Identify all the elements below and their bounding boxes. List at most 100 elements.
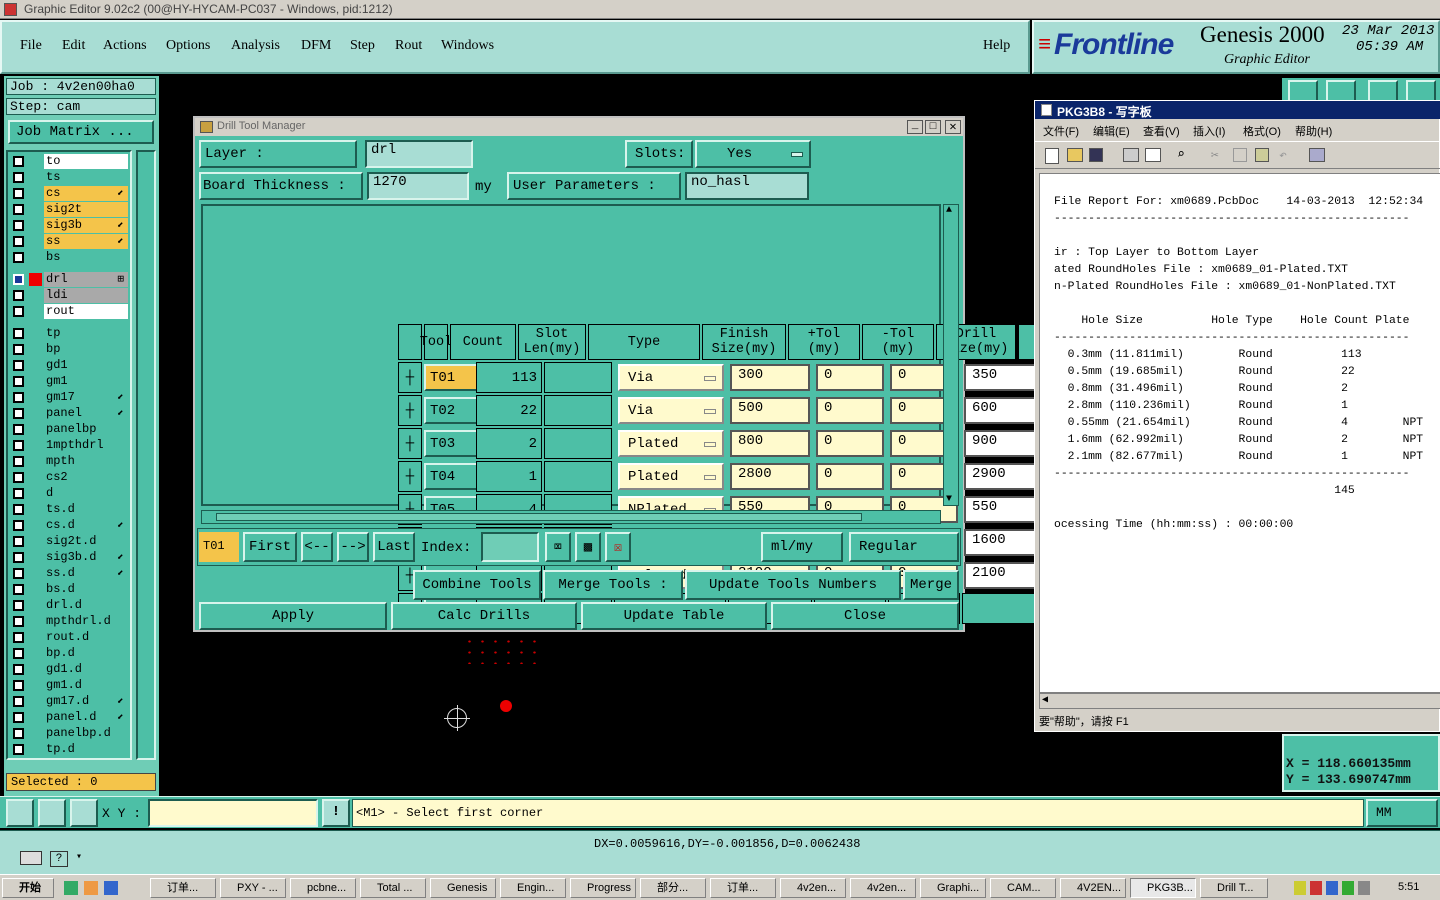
menu-dfm[interactable]: DFM [301,38,331,54]
measure-icon[interactable] [38,799,66,827]
wordpad-menu-item[interactable]: 插入(I) [1193,123,1225,139]
first-button[interactable]: First [243,532,297,562]
delete-icon[interactable]: ☒ [605,532,631,562]
apply-button[interactable]: Apply [199,602,387,630]
next-button[interactable]: --> [337,532,369,562]
layer-row-gm1-d[interactable]: gm1.d [10,678,128,693]
layer-row-gm1[interactable]: gm1 [10,374,128,389]
layer-row-ts[interactable]: ts [10,170,128,185]
scroll-up-icon[interactable]: ▲ [946,205,952,216]
tray-icons[interactable] [1294,881,1382,895]
finish-input[interactable]: 2800 [730,463,810,490]
layer-checkbox[interactable] [13,744,24,755]
expand-row-icon[interactable]: ┼ [398,428,422,459]
taskbar-item[interactable]: pcbne... [290,878,356,898]
layer-row-bs-d[interactable]: bs.d [10,582,128,597]
preview-icon[interactable] [1145,148,1161,162]
layer-row-panel[interactable]: panel ⬋ [10,406,128,421]
taskbar-item[interactable]: Engin... [500,878,566,898]
taskbar-item[interactable]: 4V2EN... [1060,878,1126,898]
find-icon[interactable]: ⌕ [1177,148,1193,162]
layer-row-rout-d[interactable]: rout.d [10,630,128,645]
wordpad-hscroll[interactable]: ◀ [1039,693,1440,709]
layer-row-sig3b-d[interactable]: sig3b.d ⬋ [10,550,128,565]
table-vscroll[interactable]: ▲ ▼ [943,204,959,506]
taskbar-item[interactable]: Graphi... [920,878,986,898]
menu-edit[interactable]: Edit [62,38,85,54]
layer-row-ss[interactable]: ss ⬋ [10,234,128,249]
menu-actions[interactable]: Actions [103,38,147,54]
taskbar-item[interactable]: Genesis [430,878,496,898]
layer-row-d[interactable]: d [10,486,128,501]
paste-icon[interactable] [1255,148,1269,162]
layer-checkbox[interactable] [13,204,24,215]
layer-row-mpthdrl-d[interactable]: mpthdrl.d [10,614,128,629]
layer-row-gm17[interactable]: gm17 ⬋ [10,390,128,405]
type-dropdown[interactable]: Via [618,364,724,391]
combine-tools-button[interactable]: Combine Tools [413,570,541,600]
layer-row-sig2t-d[interactable]: sig2t.d [10,534,128,549]
wordpad-menu-item[interactable]: 编辑(E) [1093,123,1130,139]
taskbar-item[interactable]: 订单... [710,878,776,898]
wordpad-menu-item[interactable]: 格式(O) [1243,123,1281,139]
wordpad-document[interactable]: File Report For: xm0689.PcbDoc 14-03-201… [1039,173,1440,693]
layer-row-ss-d[interactable]: ss.d ⬋ [10,566,128,581]
wordpad-menu-item[interactable]: 查看(V) [1143,123,1180,139]
layer-checkbox[interactable] [13,712,24,723]
calc-drills-button[interactable]: Calc Drills [391,602,577,630]
prev-button[interactable]: <-- [301,532,333,562]
open-icon[interactable] [1067,148,1083,162]
taskbar-item[interactable]: Drill T... [1200,878,1268,898]
layer-row-cs2[interactable]: cs2 [10,470,128,485]
layer-row-drl[interactable]: drl ⊞ [10,272,128,287]
job-matrix-button[interactable]: Job Matrix ... [8,120,154,144]
type-dropdown[interactable]: Via [618,397,724,424]
menu-windows[interactable]: Windows [441,38,494,54]
draw-icon[interactable] [1368,80,1398,102]
menu-file[interactable]: File [20,38,42,54]
layer-checkbox[interactable] [13,188,24,199]
layer-checkbox[interactable] [13,504,24,515]
help-icon[interactable]: ? [50,851,68,867]
mode-dropdown[interactable]: Regular [849,532,959,562]
save-icon[interactable] [1089,148,1103,162]
menu-help[interactable]: Help [983,38,1010,54]
scroll-down-icon[interactable]: ▼ [946,494,952,505]
layer-row-panel-d[interactable]: panel.d ⬋ [10,710,128,725]
layer-checkbox[interactable] [13,306,24,317]
wordpad-menu-item[interactable]: 文件(F) [1043,123,1079,139]
taskbar-item[interactable]: 4v2en... [850,878,916,898]
ptol-input[interactable]: 0 [816,463,884,490]
layer-checkbox[interactable] [13,360,24,371]
finish-input[interactable]: 800 [730,430,810,457]
drill-input[interactable]: 600 [964,397,1040,424]
table-hscroll[interactable] [201,510,941,524]
expand-row-icon[interactable]: ┼ [398,362,422,393]
update-tools-numbers-dropdown[interactable]: Update Tools Numbers [685,570,901,600]
menu-step[interactable]: Step [350,38,375,54]
layer-checkbox[interactable] [13,520,24,531]
taskbar-item[interactable]: 4v2en... [780,878,846,898]
drill-input[interactable]: 350 [964,364,1040,391]
layer-checkbox[interactable] [13,472,24,483]
layer-scrollbar[interactable] [136,150,156,760]
taskbar-item[interactable]: PXY - ... [220,878,286,898]
taskbar-item[interactable]: 订单... [150,878,216,898]
layer-row-1mpthdrl[interactable]: 1mpthdrl [10,438,128,453]
ptol-input[interactable]: 0 [816,364,884,391]
units-dropdown[interactable]: ml/my [761,532,843,562]
merge-button[interactable]: Merge [903,570,959,600]
board-thickness-input[interactable]: 1270 [367,172,469,200]
ptol-input[interactable]: 0 [816,397,884,424]
menu-rout[interactable]: Rout [395,38,422,54]
hscroll-thumb[interactable] [216,513,862,521]
close-window-button[interactable]: ✕ [945,120,961,134]
last-button[interactable]: Last [373,532,415,562]
layer-checkbox[interactable] [13,328,24,339]
taskbar-item[interactable]: 部分... [640,878,706,898]
quick-launch-icons[interactable] [64,881,144,895]
layer-row-sig3b[interactable]: sig3b ⬋ [10,218,128,233]
update-table-button[interactable]: Update Table [581,602,767,630]
layer-checkbox[interactable] [13,696,24,707]
drill-input[interactable]: 2900 [964,463,1040,490]
